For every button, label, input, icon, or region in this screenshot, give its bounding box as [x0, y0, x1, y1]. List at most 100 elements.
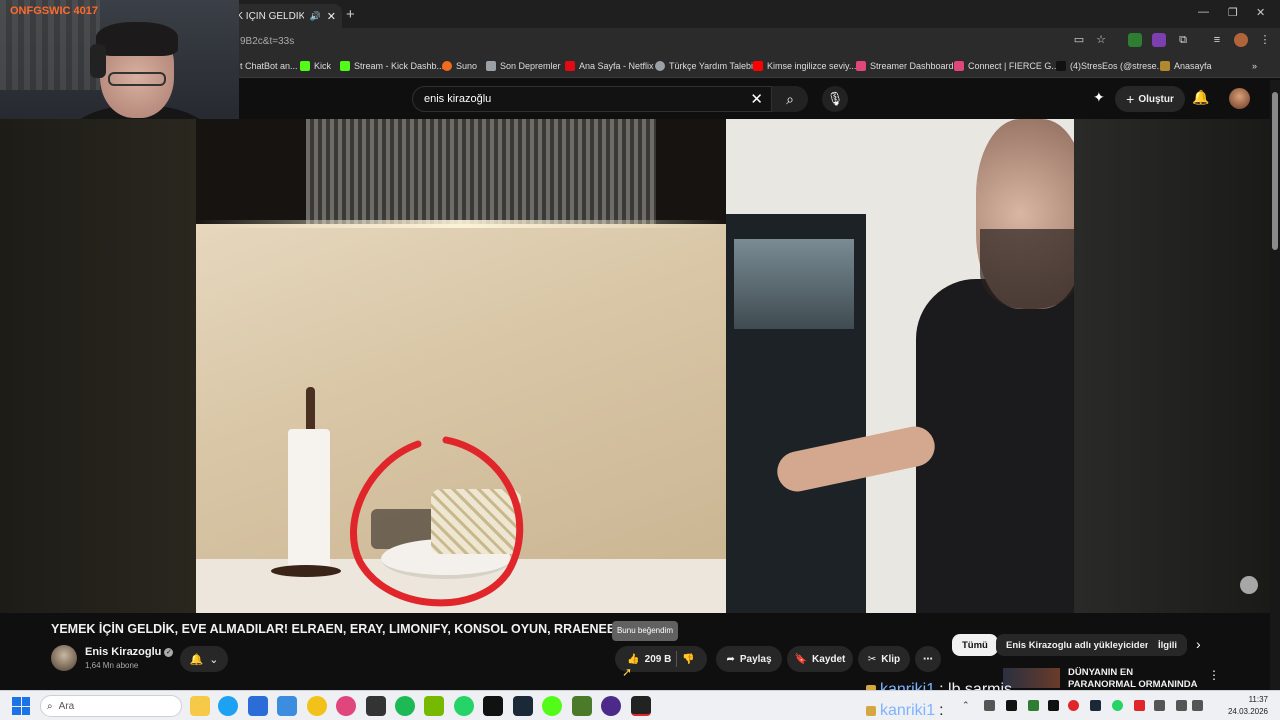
bookmark-item[interactable]: Kick	[300, 61, 331, 71]
chevron-right-icon[interactable]: ›	[1196, 636, 1201, 652]
obs-icon[interactable]	[366, 696, 386, 716]
taskbar-search[interactable]: ⌕ Ara	[40, 695, 182, 717]
epic-games-icon[interactable]	[631, 696, 651, 716]
bookmark-item[interactable]: Türkçe Yardım Talebi	[655, 61, 753, 71]
save-button[interactable]: 🔖 Kaydet	[787, 646, 853, 672]
account-avatar[interactable]	[1229, 88, 1250, 109]
tray-app-icon[interactable]	[1068, 700, 1079, 711]
clear-search-icon[interactable]: ✕	[750, 90, 763, 108]
close-tab-icon[interactable]: ✕	[327, 10, 336, 23]
paper-towel-base	[271, 565, 341, 577]
bookmark-item[interactable]: (4)StresEos (@strese...	[1056, 61, 1164, 71]
whatsapp-icon[interactable]	[454, 696, 474, 716]
under-cabinet-light	[196, 220, 726, 228]
extensions-puzzle-icon[interactable]: ⧉	[1176, 33, 1190, 47]
network-icon[interactable]	[1176, 700, 1187, 711]
bookmark-item[interactable]: Kimse ingilizce seviy...	[753, 61, 856, 71]
reading-list-icon[interactable]: ≡	[1210, 33, 1224, 47]
create-button[interactable]: + Oluştur	[1115, 86, 1185, 112]
cast-icon[interactable]: ▭	[1072, 33, 1086, 47]
plus-icon: +	[1126, 91, 1135, 107]
bookmark-item[interactable]: Streamer Dashboard	[856, 61, 954, 71]
thumbs-up-icon: 👍	[627, 653, 640, 665]
bookmark-item[interactable]: Ana Sayfa - Netflix	[565, 61, 654, 71]
clock-time: 11:37	[1248, 695, 1268, 704]
voice-search-button[interactable]: 🎙	[822, 86, 848, 112]
url-field[interactable]: 9B2c&t=33s	[240, 36, 294, 47]
clip-button[interactable]: ✂ Klip	[858, 646, 910, 672]
notifications-bell-icon[interactable]: 🔔	[1192, 89, 1209, 106]
chevron-up-icon[interactable]: ⌃	[962, 700, 973, 711]
bookmark-item[interactable]: Stream - Kick Dashb...	[340, 61, 444, 71]
restore-icon[interactable]: ❐	[1228, 6, 1238, 19]
bookmark-item[interactable]: Son Depremler	[486, 61, 561, 71]
netflix-icon	[565, 61, 575, 71]
channel-avatar[interactable]	[51, 645, 77, 671]
tray-app-icon[interactable]	[1112, 700, 1123, 711]
search-button[interactable]: ⌕	[772, 86, 808, 112]
spotify-icon[interactable]	[395, 696, 415, 716]
outlook-icon[interactable]	[277, 696, 297, 716]
search-box[interactable]: enis kirazoğlu ✕	[412, 86, 772, 112]
close-window-icon[interactable]: ✕	[1256, 6, 1265, 19]
bookmark-star-icon[interactable]: ☆	[1094, 33, 1108, 47]
tray-app-icon[interactable]	[1006, 700, 1017, 711]
taskbar-search-placeholder: Ara	[58, 700, 75, 712]
more-bookmarks-icon[interactable]: »	[1252, 61, 1257, 71]
new-tab-button[interactable]: +	[346, 6, 355, 23]
page-icon	[486, 61, 496, 71]
tray-app-icon[interactable]	[1048, 700, 1059, 711]
browser-menu-icon[interactable]: ⋮	[1258, 33, 1272, 47]
mic-icon: 🎙	[826, 91, 844, 106]
profile-icon[interactable]	[1234, 33, 1248, 47]
channel-name-link[interactable]: Enis Kirazoglu ✓	[85, 646, 174, 658]
volume-icon[interactable]	[1192, 700, 1203, 711]
ai-sparkle-icon[interactable]: ✦	[1093, 89, 1105, 106]
like-button[interactable]: 👍 209 B	[627, 654, 671, 665]
bookmark-item[interactable]: t ChatBot an...	[240, 61, 298, 71]
minimize-icon[interactable]: —	[1198, 6, 1209, 18]
mouse-cursor-icon: ➚	[622, 665, 633, 679]
app-icon[interactable]	[601, 696, 621, 716]
video-player[interactable]	[0, 119, 1270, 613]
cabinet-glass	[306, 119, 656, 224]
subscribed-notifications-button[interactable]: 🔔 ⌄	[180, 646, 228, 672]
chip-from-uploader[interactable]: Enis Kirazoglu adlı yükleyiciden	[996, 634, 1161, 656]
speaker-icon[interactable]: 🔊	[310, 11, 321, 22]
extension-purple-icon[interactable]	[1152, 33, 1166, 47]
dislike-button[interactable]: 👎	[682, 654, 694, 665]
microphone-icon[interactable]	[1154, 700, 1165, 711]
streamer-icon	[856, 61, 866, 71]
chip-related[interactable]: İlgili	[1148, 634, 1187, 656]
opera-icon[interactable]	[336, 696, 356, 716]
bookmark-item[interactable]: Connect | FIERCE G...	[954, 61, 1059, 71]
bookmark-item[interactable]: Suno	[442, 61, 477, 71]
tray-app-icon[interactable]	[1134, 700, 1145, 711]
chip-all[interactable]: Tümü	[952, 634, 998, 656]
extension-green-icon[interactable]	[1128, 33, 1142, 47]
steam-icon[interactable]	[513, 696, 533, 716]
terminal-icon[interactable]	[483, 696, 503, 716]
nvidia-icon[interactable]	[424, 696, 444, 716]
file-explorer-icon[interactable]	[190, 696, 210, 716]
chrome-icon[interactable]	[307, 696, 327, 716]
video-frame[interactable]	[196, 119, 1074, 613]
store-icon[interactable]	[248, 696, 268, 716]
more-actions-button[interactable]: ⋯	[915, 646, 941, 672]
tray-app-icon[interactable]	[984, 700, 995, 711]
chevron-down-icon: ⌄	[209, 653, 219, 666]
scrollbar-thumb[interactable]	[1272, 92, 1278, 250]
edge-icon[interactable]	[218, 696, 238, 716]
search-input[interactable]: enis kirazoğlu	[424, 93, 491, 105]
windows-start-icon[interactable]	[12, 697, 30, 715]
recommended-title[interactable]: DÜNYANIN EN PARANORMAL ORMANINDA 1 GECE!	[1068, 667, 1200, 689]
share-button[interactable]: ➦ Paylaş	[716, 646, 782, 672]
steam-tray-icon[interactable]	[1090, 700, 1101, 711]
tray-app-icon[interactable]	[1028, 700, 1039, 711]
bookmark-item[interactable]: Anasayfa	[1160, 61, 1212, 71]
minecraft-icon[interactable]	[572, 696, 592, 716]
recommended-menu-icon[interactable]: ⋮	[1208, 668, 1220, 682]
kick-app-icon[interactable]	[542, 696, 562, 716]
bookmark-icon: 🔖	[794, 653, 808, 665]
system-clock[interactable]: 11:37 24.03.2026	[1212, 694, 1268, 718]
